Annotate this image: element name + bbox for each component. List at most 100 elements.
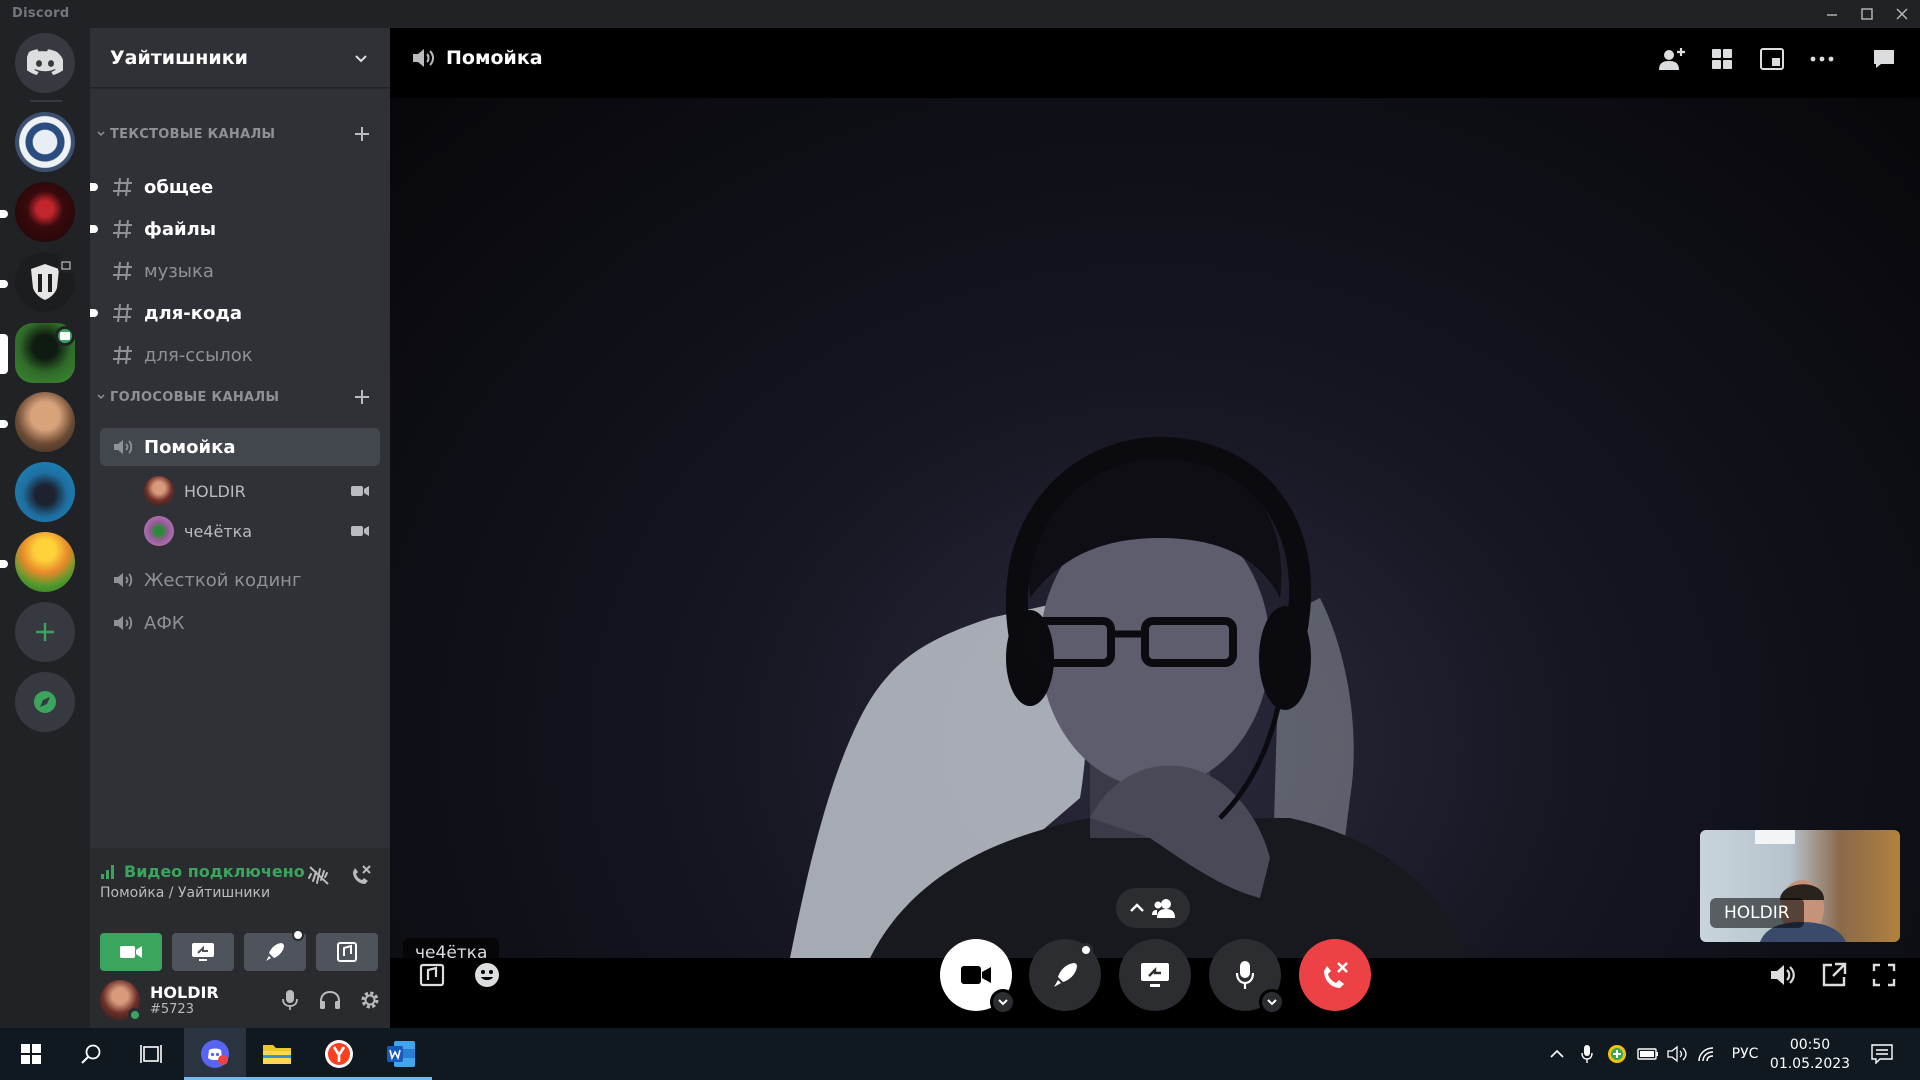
self-video-preview[interactable]: HOLDIR <box>1700 830 1900 942</box>
disconnect-button[interactable] <box>1299 939 1371 1011</box>
grid-view-button[interactable] <box>1705 42 1739 76</box>
server-icon-1[interactable] <box>15 112 75 172</box>
camera-toggle-button[interactable] <box>100 933 162 971</box>
taskbar-yandex-browser[interactable] <box>308 1028 370 1080</box>
minimize-icon <box>1827 14 1837 16</box>
disconnect-button[interactable] <box>344 858 378 892</box>
voice-user-item[interactable]: HOLDIR <box>144 473 380 509</box>
minimize-button[interactable] <box>1817 0 1847 28</box>
show-participants-button[interactable] <box>1116 888 1190 928</box>
show-hidden-icons-button[interactable] <box>1545 1028 1569 1080</box>
task-view-button[interactable] <box>120 1028 182 1080</box>
tray-microphone[interactable] <box>1574 1028 1600 1080</box>
audio-options-button[interactable] <box>1259 989 1285 1015</box>
task-view-icon <box>140 1045 162 1063</box>
create-text-channel-button[interactable] <box>350 122 374 146</box>
voice-channel-item[interactable]: Жесткой кодинг <box>100 561 380 599</box>
explore-servers-button[interactable] <box>15 672 75 732</box>
voice-channel-item[interactable]: Помойка <box>100 428 380 466</box>
text-channel-item[interactable]: для-кода <box>90 294 380 332</box>
voice-location[interactable]: Помойка / Уайтишники <box>100 885 270 901</box>
tray-network[interactable] <box>1694 1028 1722 1080</box>
voice-user-name: HOLDIR <box>184 481 246 501</box>
noise-suppression-button[interactable] <box>302 858 336 892</box>
voice-status[interactable]: Видео подключено <box>100 862 305 881</box>
emoji-reaction-button[interactable] <box>467 955 507 995</box>
taskbar-word[interactable] <box>370 1028 432 1080</box>
tray-battery[interactable] <box>1634 1028 1662 1080</box>
main-video-stream[interactable]: че4ётка <box>390 98 1920 958</box>
camera-options-button[interactable] <box>990 989 1016 1015</box>
search-button[interactable] <box>60 1028 122 1080</box>
text-channel-item[interactable]: для-ссылок <box>100 336 380 374</box>
text-channel-item[interactable]: общее <box>90 168 380 206</box>
voice-channel-item[interactable]: АФК <box>100 604 380 642</box>
taskbar-discord[interactable] <box>184 1028 246 1080</box>
voice-channels-category[interactable]: ГОЛОСОВЫЕ КАНАЛЫ <box>90 385 390 409</box>
camera-toggle-button[interactable] <box>940 939 1016 1015</box>
text-channel-item[interactable]: музыка <box>100 252 380 290</box>
volume-button[interactable] <box>1763 955 1803 995</box>
share-screen-button[interactable] <box>1119 939 1191 1011</box>
tray-volume[interactable] <box>1664 1028 1692 1080</box>
server-icon-2[interactable] <box>15 182 75 242</box>
popout-button[interactable] <box>1755 42 1789 76</box>
video-camera-icon <box>961 966 991 984</box>
category-label: ТЕКСТОВЫЕ КАНАЛЫ <box>110 126 276 142</box>
popout-window-button[interactable] <box>1814 955 1854 995</box>
screen-share-icon <box>192 943 214 961</box>
server-icon-6[interactable] <box>15 462 75 522</box>
server-header[interactable]: Уайтишники <box>90 28 390 88</box>
notification-dot <box>292 929 304 941</box>
add-server-button[interactable] <box>15 602 75 662</box>
start-button[interactable] <box>0 1028 62 1080</box>
invite-button[interactable] <box>1655 42 1689 76</box>
maximize-button[interactable] <box>1852 0 1882 28</box>
more-options-button[interactable] <box>1805 42 1839 76</box>
smiley-face-icon <box>475 963 499 987</box>
add-friend-icon <box>1659 48 1685 70</box>
user-avatar[interactable] <box>100 980 142 1022</box>
emoji-reaction-button[interactable] <box>467 28 507 68</box>
show-chat-button[interactable] <box>1867 42 1901 76</box>
voice-user-item[interactable]: че4ётка <box>144 513 380 549</box>
grid-icon <box>1712 49 1732 69</box>
mute-button[interactable] <box>1209 939 1285 1015</box>
share-screen-button[interactable] <box>172 933 234 971</box>
soundboard-button[interactable] <box>412 955 452 995</box>
taskbar-clock[interactable]: 00:50 01.05.2023 <box>1764 1036 1856 1074</box>
tray-security[interactable] <box>1604 1028 1630 1080</box>
hashtag-icon <box>110 174 136 200</box>
server-icon-5[interactable] <box>15 392 75 452</box>
action-center-button[interactable] <box>1862 1028 1902 1080</box>
activities-button[interactable] <box>244 929 306 971</box>
plus-icon <box>355 127 369 141</box>
text-channel-item[interactable]: файлы <box>90 210 380 248</box>
chevron-down-icon <box>355 54 367 62</box>
microphone-icon <box>1235 961 1255 989</box>
tray-language[interactable]: РУС <box>1726 1028 1764 1080</box>
fullscreen-button[interactable] <box>1864 955 1904 995</box>
unread-pill <box>0 560 8 568</box>
yandex-browser-icon <box>325 1040 353 1068</box>
activities-button[interactable] <box>1029 939 1101 1011</box>
speaker-icon <box>413 49 434 67</box>
more-dots-icon <box>1810 56 1834 62</box>
close-window-button[interactable] <box>1887 0 1917 28</box>
user-settings-button[interactable] <box>350 980 390 1020</box>
text-channels-category[interactable]: ТЕКСТОВЫЕ КАНАЛЫ <box>90 122 390 146</box>
create-voice-channel-button[interactable] <box>350 385 374 409</box>
server-icon-7[interactable] <box>15 532 75 592</box>
selected-server-pill <box>0 334 8 374</box>
user-name-block[interactable]: HOLDIR #5723 <box>150 983 270 1017</box>
deafen-button[interactable] <box>310 980 350 1020</box>
category-label: ГОЛОСОВЫЕ КАНАЛЫ <box>110 389 280 405</box>
mute-button[interactable] <box>270 980 310 1020</box>
video-camera-icon <box>120 946 142 958</box>
taskbar-file-explorer[interactable] <box>246 1028 308 1080</box>
channel-name: музыка <box>144 260 214 282</box>
soundboard-button[interactable] <box>316 933 378 971</box>
channel-sidebar: Уайтишники ТЕКСТОВЫЕ КАНАЛЫ общее файлы му… <box>90 28 390 1028</box>
home-button[interactable] <box>15 33 75 93</box>
screen-icon <box>60 332 70 340</box>
